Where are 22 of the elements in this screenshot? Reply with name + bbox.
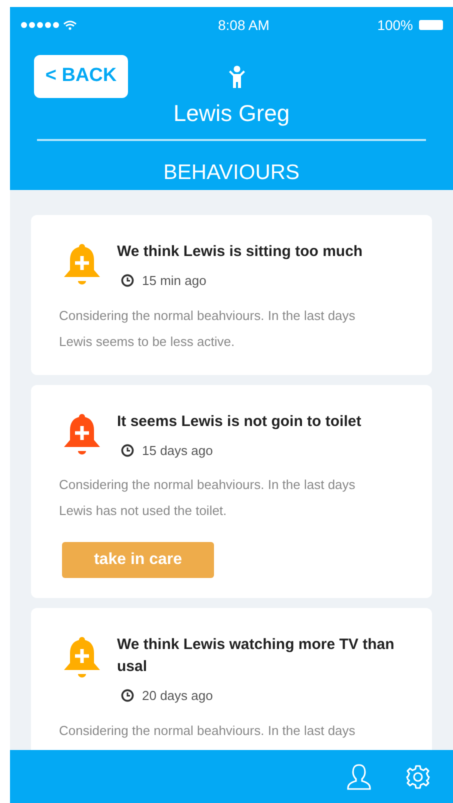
alert-time: 20 days ago [142,687,213,705]
status-time: 8:08 AM [218,16,270,34]
alert-title: It seems Lewis is not goin to toilet [117,412,362,432]
alert-description: Considering the normal beahviours. In the last days Lewis has not used the toilet. [59,476,356,520]
clock-icon [121,689,134,702]
section-title: BEHAVIOURS [162,160,301,186]
alert-title: We think Lewis is sitting too much [117,242,363,262]
back-button[interactable]: < BACK [34,55,128,98]
battery-icon [419,20,443,30]
user-icon[interactable] [346,762,372,790]
battery-percent: 100% [377,16,413,34]
child-icon [228,65,246,89]
alert-title: We think Lewis watching more TV than usal [117,635,396,677]
take-in-care-button[interactable]: take in care [62,542,214,578]
alert-description: Considering the normal beahviours. In the last days [59,722,356,740]
settings-icon[interactable] [405,764,431,790]
clock-icon [121,444,134,457]
clock-icon [121,274,134,288]
alert-description: Considering the normal beahviours. In the last days Lewis seems to be less active. [59,306,356,350]
patient-name: Lewis Greg [172,99,291,127]
alert-time: 15 days ago [142,442,213,460]
alert-time: 15 min ago [142,272,206,290]
